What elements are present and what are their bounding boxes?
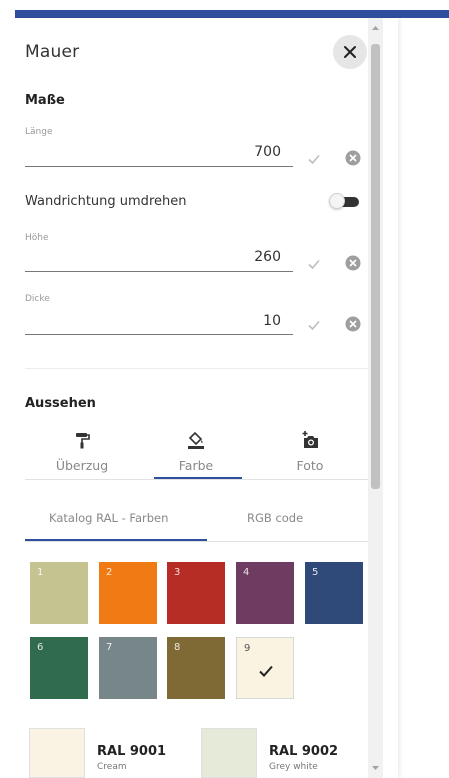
swatch-number: 5 [312, 567, 319, 578]
tab-coating[interactable]: Überzug [25, 428, 139, 480]
tab-color[interactable]: Farbe [139, 428, 253, 480]
color-swatch[interactable]: 2 [99, 562, 157, 624]
swatch-number: 4 [243, 567, 250, 578]
add-photo-icon [302, 431, 318, 448]
clear-icon [345, 150, 361, 166]
tab-color-label: Farbe [178, 458, 214, 473]
thickness-label: Dicke [25, 294, 50, 304]
swatch-number: 6 [37, 642, 44, 653]
clear-icon [345, 255, 361, 271]
confirm-height-button[interactable] [305, 255, 323, 273]
scrollbar-thumb[interactable] [371, 44, 380, 489]
clear-height-button[interactable] [344, 254, 362, 272]
swatch-number: 3 [174, 567, 181, 578]
color-swatch[interactable]: 6 [30, 637, 88, 699]
panel-title: Mauer [25, 42, 80, 62]
swatch-number: 7 [106, 642, 113, 653]
toggle-knob [329, 193, 345, 209]
ral-code: RAL 9002 [269, 744, 339, 759]
properties-panel: Mauer Maße Länge 700 Wandrichtung umdreh… [15, 18, 398, 778]
thickness-input[interactable]: 10 [25, 313, 281, 329]
tabs-divider [25, 479, 368, 480]
flip-direction-toggle[interactable] [329, 193, 361, 209]
clear-thickness-button[interactable] [344, 315, 362, 333]
ral-color-card[interactable]: RAL 9001 Cream [29, 728, 189, 778]
height-label: Höhe [25, 233, 49, 243]
appearance-heading: Aussehen [25, 396, 96, 411]
check-icon [308, 320, 320, 331]
confirm-thickness-button[interactable] [305, 316, 323, 334]
clear-length-button[interactable] [344, 149, 362, 167]
paint-roller-icon [76, 433, 90, 449]
scroll-up-arrow-icon[interactable] [368, 22, 383, 34]
swatch-number: 9 [244, 643, 251, 654]
height-input[interactable]: 260 [25, 249, 281, 265]
ral-code: RAL 9001 [97, 744, 167, 759]
color-swatch[interactable]: 4 [236, 562, 294, 624]
canvas-area [398, 18, 449, 778]
thickness-underline [25, 334, 293, 335]
length-input[interactable]: 700 [25, 144, 281, 160]
check-icon [308, 154, 320, 165]
tab-rgb-code[interactable]: RGB code [247, 511, 303, 525]
color-swatch-selected[interactable]: 9 [236, 637, 294, 699]
swatch-number: 2 [106, 567, 113, 578]
paint-bucket-icon [188, 431, 204, 449]
close-button[interactable] [333, 35, 367, 69]
ral-color-chip [29, 728, 85, 778]
color-swatch[interactable]: 1 [30, 562, 88, 624]
dimensions-heading: Maße [25, 93, 65, 108]
color-swatch[interactable]: 3 [167, 562, 225, 624]
color-swatch[interactable]: 7 [99, 637, 157, 699]
ral-color-chip [201, 728, 257, 778]
appearance-tabs: Überzug Farbe Foto [25, 428, 368, 480]
top-accent-bar [15, 10, 449, 18]
swatch-number: 8 [174, 642, 181, 653]
height-underline [25, 271, 293, 272]
length-underline [25, 166, 293, 167]
tab-photo-label: Foto [296, 458, 324, 473]
close-icon [344, 46, 356, 58]
tab-coating-label: Überzug [55, 458, 109, 473]
color-source-tabs: Katalog RAL - Farben RGB code [25, 506, 368, 542]
tab-photo[interactable]: Foto [253, 428, 367, 480]
tab-ral-catalog[interactable]: Katalog RAL - Farben [49, 511, 168, 525]
check-icon [259, 665, 273, 677]
ral-color-card[interactable]: RAL 9002 Grey white [201, 728, 371, 778]
ral-name: Grey white [269, 762, 318, 772]
confirm-length-button[interactable] [305, 150, 323, 168]
section-divider [25, 368, 368, 369]
clear-icon [345, 316, 361, 332]
color-swatch[interactable]: 8 [167, 637, 225, 699]
flip-direction-label: Wandrichtung umdrehen [25, 194, 187, 209]
check-icon [308, 259, 320, 270]
color-swatch[interactable]: 5 [305, 562, 363, 624]
subtabs-divider [25, 541, 368, 542]
swatch-number: 1 [37, 567, 44, 578]
length-label: Länge [25, 127, 53, 137]
panel-scrollbar[interactable] [368, 18, 383, 778]
ral-name: Cream [97, 762, 127, 772]
scroll-down-arrow-icon[interactable] [368, 762, 383, 774]
